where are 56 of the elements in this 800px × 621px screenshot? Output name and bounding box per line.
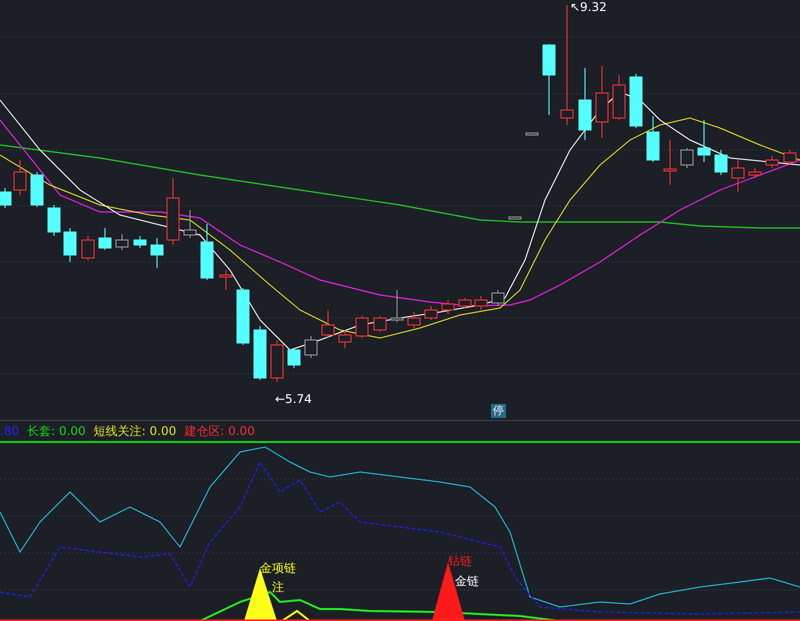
indicator-legend-text: 短线关注: 0.00 bbox=[94, 422, 176, 440]
candlestick bbox=[270, 340, 284, 382]
candlestick bbox=[612, 74, 626, 120]
signal-label: 钻链 bbox=[448, 553, 472, 570]
candlestick bbox=[492, 290, 504, 306]
candlestick bbox=[322, 310, 334, 338]
candlestick bbox=[82, 236, 94, 260]
candlestick bbox=[714, 150, 728, 176]
candlestick bbox=[680, 148, 694, 168]
candlestick bbox=[0, 188, 12, 208]
candlestick bbox=[166, 178, 180, 246]
candlestick bbox=[150, 238, 164, 268]
candlestick bbox=[374, 316, 386, 332]
candlestick bbox=[732, 160, 744, 192]
indicator-legend-text: .80 bbox=[0, 424, 20, 438]
low-price-label: ←5.74 bbox=[275, 392, 312, 406]
candlestick bbox=[508, 216, 522, 220]
candlestick bbox=[134, 236, 146, 248]
indicator-legend-text: 建仓区: 0.00 bbox=[184, 422, 255, 440]
candlestick bbox=[646, 116, 660, 162]
candlestick bbox=[304, 336, 318, 358]
candlestick bbox=[748, 168, 762, 178]
candlestick bbox=[408, 312, 420, 328]
candlestick bbox=[116, 234, 128, 250]
signal-label: 注 bbox=[272, 579, 284, 596]
candlestick bbox=[766, 156, 778, 168]
candlestick bbox=[356, 316, 368, 338]
candlestick bbox=[664, 140, 676, 186]
candlestick bbox=[698, 120, 710, 162]
candlestick bbox=[64, 228, 76, 262]
candlestick bbox=[390, 290, 404, 322]
indicator-legend-text: 长套: 0.00 bbox=[27, 422, 86, 440]
candlestick bbox=[200, 224, 214, 280]
signal-peak-line bbox=[281, 610, 311, 621]
candlestick bbox=[630, 74, 642, 128]
high-price-label: ↖9.32 bbox=[570, 0, 607, 14]
candlestick bbox=[98, 228, 112, 250]
candlestick bbox=[30, 172, 44, 208]
signal-label: 金链 bbox=[455, 573, 479, 590]
candlestick bbox=[542, 44, 556, 116]
candlestick bbox=[184, 210, 196, 238]
stop-badge: 停 bbox=[491, 404, 506, 418]
candlestick bbox=[784, 150, 796, 166]
candlestick bbox=[442, 300, 454, 314]
candlestick bbox=[220, 270, 232, 290]
candlestick bbox=[14, 160, 26, 196]
candlestick bbox=[48, 204, 60, 236]
candlestick bbox=[458, 298, 472, 308]
candlestick bbox=[424, 306, 438, 320]
candlestick bbox=[254, 326, 266, 380]
candlestick bbox=[338, 330, 352, 348]
signal-label: 金项链 bbox=[260, 560, 296, 577]
candlestick bbox=[526, 132, 538, 136]
candlestick bbox=[474, 296, 488, 310]
candlestick bbox=[236, 288, 250, 346]
candlestick bbox=[288, 348, 300, 368]
